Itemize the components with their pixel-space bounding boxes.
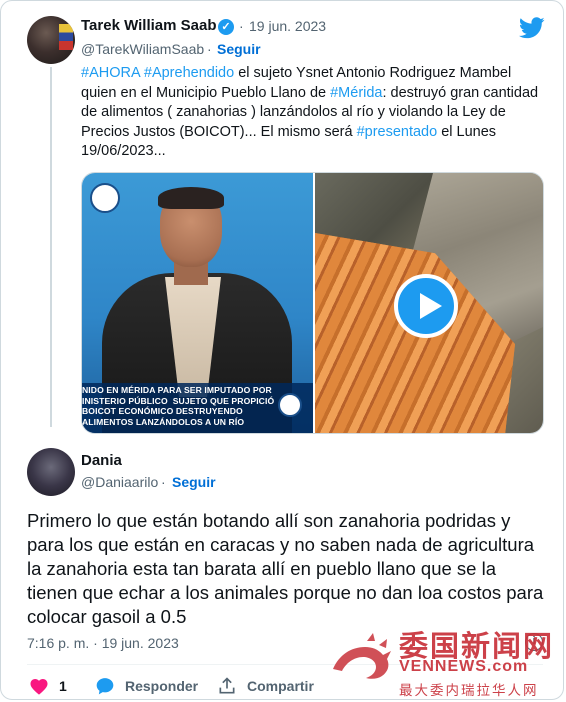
info-icon[interactable]: i: [525, 633, 543, 651]
media-caption: NIDO EN MÉRIDA PARA SER IMPUTADO POR INI…: [82, 385, 275, 427]
hashtag-link[interactable]: #Aprehendido: [144, 65, 234, 81]
vennews-watermark: 委国新闻网 VENNEWS.com 最大委内瑞拉华人网: [327, 621, 563, 699]
share-label: Compartir: [247, 678, 314, 694]
reply-follow-button[interactable]: Seguir: [172, 474, 216, 490]
reply-avatar[interactable]: [27, 448, 75, 496]
author-avatar[interactable]: [27, 16, 75, 64]
mugshot-image: NIDO EN MÉRIDA PARA SER IMPUTADO POR INI…: [82, 173, 313, 433]
heart-icon: [30, 679, 48, 695]
divider: [27, 664, 543, 665]
reply-author-handle[interactable]: @Daniaarilo: [81, 474, 158, 490]
tweet-media[interactable]: NIDO EN MÉRIDA PARA SER IMPUTADO POR INI…: [81, 172, 544, 434]
hashtag-link[interactable]: #presentado: [357, 124, 438, 140]
reply-timestamp[interactable]: 7:16 p. m. · 19 jun. 2023: [27, 635, 179, 651]
agency-logo-icon: [278, 393, 302, 417]
like-button[interactable]: 1: [29, 675, 67, 697]
separator-dot: ·: [239, 18, 244, 34]
hashtag-link[interactable]: #AHORA: [81, 65, 140, 81]
hashtag-link[interactable]: #Mérida: [330, 85, 382, 101]
author-handle[interactable]: @TarekWiliamSaab: [81, 41, 204, 57]
twitter-bird-icon[interactable]: [519, 17, 545, 39]
share-button[interactable]: Compartir: [217, 675, 314, 697]
reply-label: Responder: [125, 678, 199, 694]
embedded-tweet-card: Tarek William Saab ✓ · 19 jun. 2023 @Tar…: [0, 0, 564, 700]
verified-badge-icon: ✓: [218, 19, 234, 35]
separator-dot: ·: [161, 474, 166, 490]
watermark-subtitle: 最大委内瑞拉华人网: [399, 683, 539, 698]
person-hair: [158, 187, 224, 209]
author-name[interactable]: Tarek William Saab: [81, 17, 216, 34]
video-thumbnail[interactable]: [315, 173, 543, 433]
watermark-domain: VENNEWS.com: [399, 658, 529, 675]
dragon-logo-icon: [333, 633, 391, 679]
follow-button[interactable]: Seguir: [217, 41, 261, 57]
reply-button[interactable]: Responder: [95, 675, 198, 697]
reply-bubble-icon: [96, 678, 114, 695]
tweet-text: #AHORA #Aprehendido el sujeto Ysnet Anto…: [81, 64, 541, 162]
like-count: 1: [59, 678, 67, 694]
separator-dot: ·: [207, 41, 212, 57]
tweet-date[interactable]: 19 jun. 2023: [249, 18, 326, 34]
reply-text: Primero lo que están botando allí son za…: [27, 510, 544, 627]
play-icon[interactable]: [394, 274, 458, 338]
thread-line: [50, 67, 52, 427]
reply-author-name[interactable]: Dania: [81, 452, 122, 469]
agency-logo-icon: [90, 183, 120, 213]
flag-graphic: [59, 24, 73, 50]
share-icon: [219, 677, 235, 694]
